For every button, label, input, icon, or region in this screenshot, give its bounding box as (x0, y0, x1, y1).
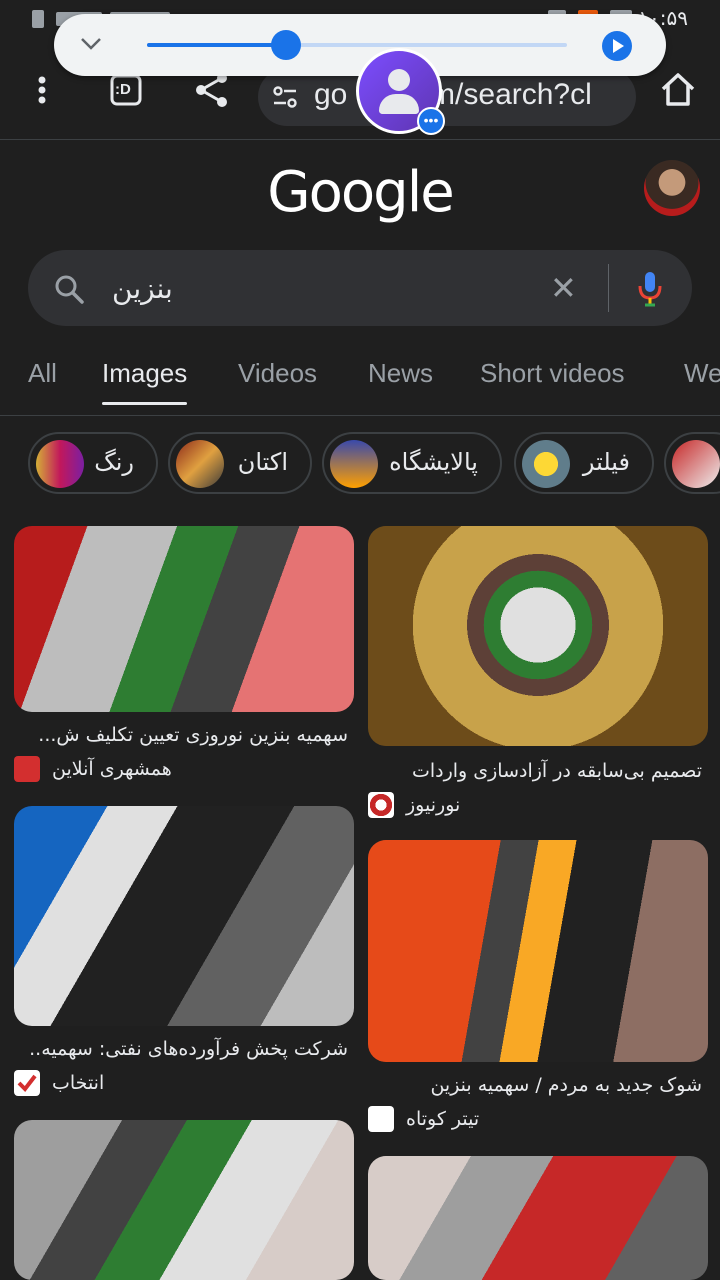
result-source: نورنیوز (406, 794, 461, 816)
refinement-chips: رنگ اکتان پالایشگاه فیلتر (0, 432, 720, 496)
chevron-down-icon[interactable] (78, 30, 104, 56)
chip-label: رنگ (94, 448, 134, 476)
chip-thumbnail (36, 440, 84, 488)
tab-switcher-button[interactable]: :D (106, 70, 146, 110)
media-controls (54, 14, 666, 76)
more-vert-icon[interactable] (22, 70, 62, 110)
chip-octane[interactable]: اکتان (168, 432, 312, 494)
source-favicon (368, 1106, 394, 1132)
result-thumbnail[interactable] (368, 526, 708, 746)
image-result[interactable]: شوک جدید به مردم / سهمیه بنزین تیتر کوتا… (368, 840, 708, 1140)
chip-label: اکتان (237, 448, 288, 476)
profile-avatar[interactable] (644, 160, 700, 216)
search-divider (608, 264, 609, 312)
chip-thumbnail (176, 440, 224, 488)
image-result[interactable]: سهمیه بنزین نوروزی تعیین تکلیف ش... همشه… (14, 526, 354, 786)
search-tabs: All Images Videos News Short videos We (0, 340, 720, 416)
tab-all[interactable]: All (28, 358, 57, 389)
image-result[interactable]: تصمیم بی‌سابقه در آزادسازی واردات نورنیو… (368, 526, 708, 826)
media-progress-fill (147, 43, 286, 47)
result-title[interactable]: تصمیم بی‌سابقه در آزادسازی واردات (412, 760, 702, 782)
result-title[interactable]: شرکت پخش فرآورده‌های نفتی: سهمیه.. (29, 1038, 348, 1060)
tab-videos[interactable]: Videos (238, 358, 317, 389)
result-thumbnail[interactable] (14, 806, 354, 1026)
chip-thumbnail (672, 440, 720, 488)
chip-refinery[interactable]: پالایشگاه (322, 432, 502, 494)
tab-web[interactable]: We (684, 358, 720, 389)
tab-switcher-label: :D (115, 81, 131, 98)
result-thumbnail[interactable] (14, 526, 354, 712)
result-title[interactable]: سهمیه بنزین نوروزی تعیین تکلیف ش... (38, 724, 348, 746)
result-thumbnail[interactable] (14, 1120, 354, 1280)
address-bar[interactable]: go om/search?cl (258, 68, 636, 126)
google-logo: Google (267, 160, 454, 225)
result-source: تیتر کوتاه (406, 1108, 480, 1130)
chip-label: پالایشگاه (389, 448, 478, 476)
result-source: انتخاب (52, 1072, 105, 1094)
result-title[interactable]: شوک جدید به مردم / سهمیه بنزین (430, 1074, 702, 1096)
battery-icon (32, 10, 44, 28)
tab-images[interactable]: Images (102, 358, 188, 405)
tab-short-videos[interactable]: Short videos (480, 358, 625, 389)
site-settings-icon[interactable] (272, 84, 298, 110)
chip-more[interactable] (664, 432, 720, 494)
source-favicon (368, 792, 394, 818)
share-icon[interactable] (192, 70, 232, 110)
chip-thumbnail (330, 440, 378, 488)
result-thumbnail[interactable] (368, 840, 708, 1062)
chip-filter[interactable]: فیلتر (514, 432, 654, 494)
media-progress-track[interactable] (147, 30, 567, 60)
source-favicon (14, 756, 40, 782)
tab-news[interactable]: News (368, 358, 433, 389)
image-result[interactable] (368, 1156, 708, 1280)
checkmark-icon (14, 1070, 40, 1096)
play-button[interactable] (602, 31, 632, 61)
chat-bubble-avatar[interactable]: ••• (356, 48, 445, 135)
chip-label: فیلتر (582, 448, 630, 476)
chip-thumbnail (522, 440, 570, 488)
search-icon (55, 275, 84, 304)
result-source: همشهری آنلاین (52, 758, 172, 780)
media-progress-thumb[interactable] (270, 30, 301, 60)
home-icon[interactable] (658, 70, 698, 110)
search-box[interactable]: بنزین ✕ (28, 250, 692, 326)
mic-icon[interactable] (636, 270, 664, 308)
chip-color[interactable]: رنگ (28, 432, 158, 494)
clear-icon[interactable]: ✕ (550, 272, 577, 304)
image-result[interactable] (14, 1120, 354, 1280)
search-query[interactable]: بنزین (112, 272, 173, 305)
person-icon-body (379, 94, 419, 114)
image-result[interactable]: شرکت پخش فرآورده‌های نفتی: سهمیه.. انتخا… (14, 806, 354, 1106)
message-badge-icon: ••• (417, 107, 445, 135)
person-icon (388, 69, 410, 91)
result-thumbnail[interactable] (368, 1156, 708, 1280)
